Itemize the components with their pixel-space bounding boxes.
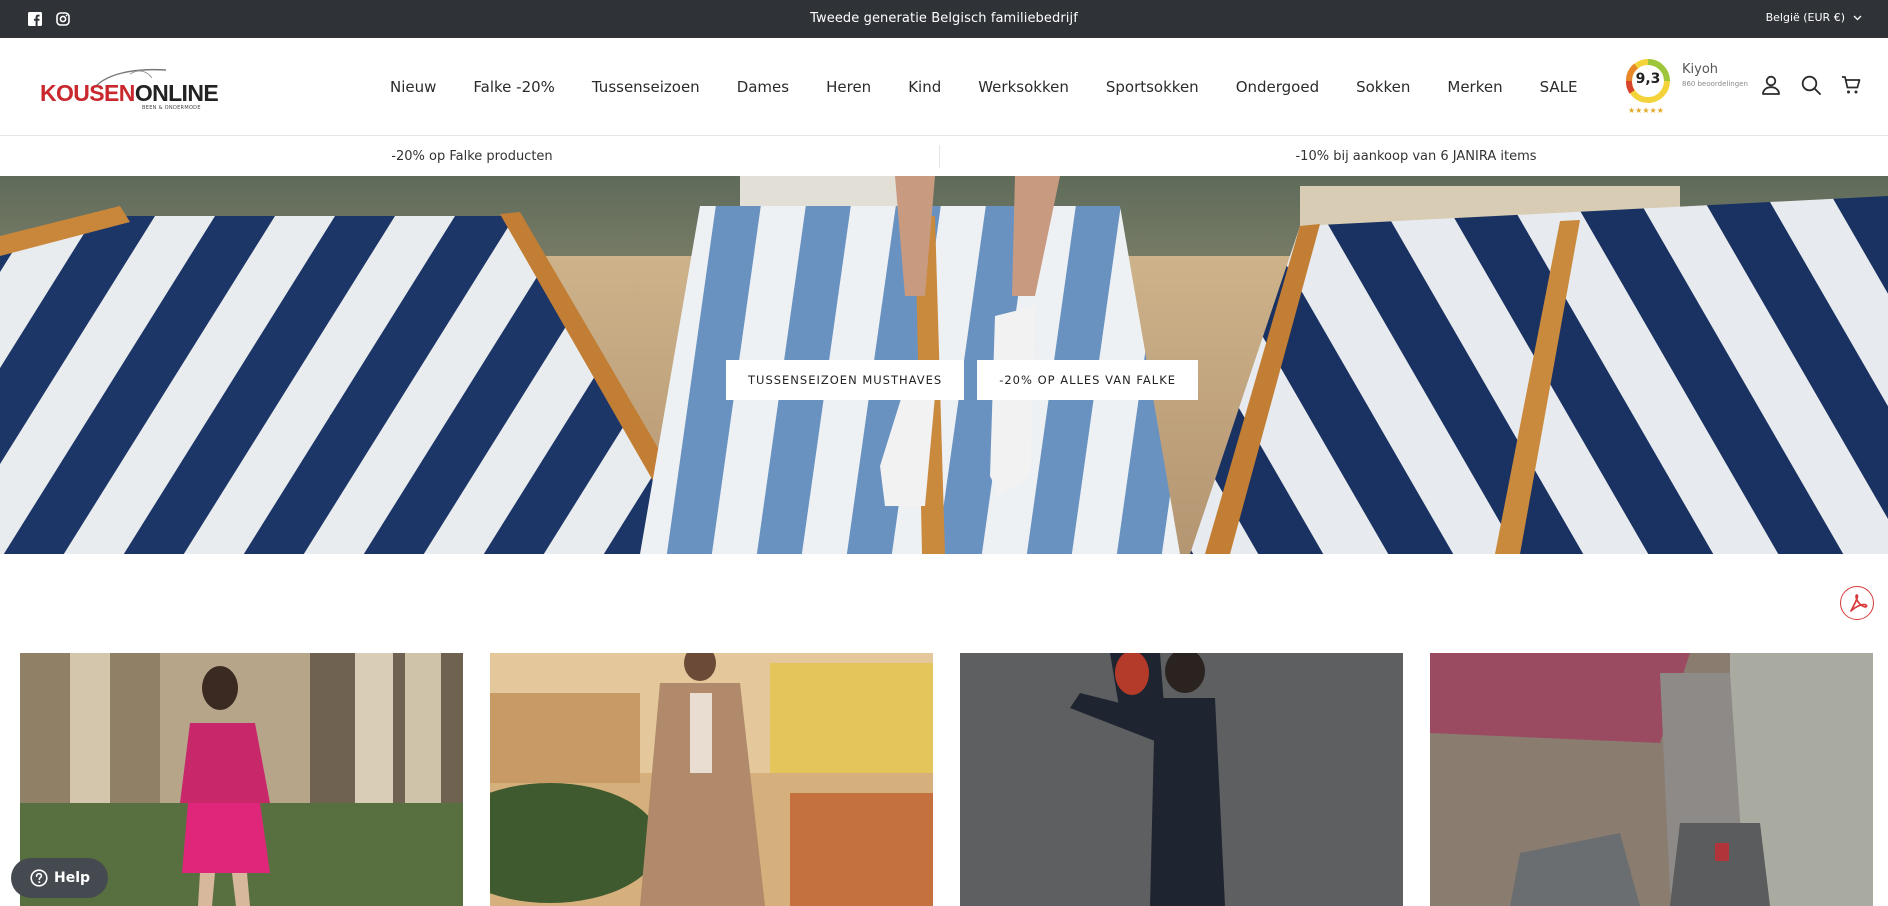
nav-item-falke[interactable]: Falke -20%	[473, 78, 555, 96]
pdf-icon	[1850, 594, 1868, 612]
search-icon[interactable]	[1800, 74, 1822, 96]
site-logo[interactable]: KOUSENONLINE BEEN & ONDERMODE	[38, 64, 219, 114]
nav-item-ondergoed[interactable]: Ondergoed	[1236, 78, 1319, 96]
rating-score: 9,3	[1635, 71, 1661, 87]
falke-discount-button[interactable]: -20% OP ALLES VAN FALKE	[977, 360, 1199, 400]
hero-buttons: TUSSENSEIZOEN MUSTHAVES -20% OP ALLES VA…	[726, 360, 1199, 400]
tile-image-heren	[490, 653, 933, 906]
site-header: KOUSENONLINE BEEN & ONDERMODE Nieuw Falk…	[0, 38, 1888, 136]
category-tile-heren[interactable]	[490, 653, 933, 906]
nav-item-sale[interactable]: SALE	[1540, 78, 1578, 96]
rating-review-count: 860 beoordelingen	[1682, 80, 1748, 88]
logo-tagline: BEEN & ONDERMODE	[142, 105, 201, 111]
hero-banner: TUSSENSEIZOEN MUSTHAVES -20% OP ALLES VA…	[0, 176, 1888, 554]
nav-item-nieuw[interactable]: Nieuw	[390, 78, 436, 96]
category-tile-kind[interactable]	[960, 653, 1403, 906]
tussenseizoen-musthaves-button[interactable]: TUSSENSEIZOEN MUSTHAVES	[726, 360, 965, 400]
cart-icon[interactable]	[1840, 74, 1862, 96]
tile-image-kind	[960, 653, 1403, 906]
nav-item-merken[interactable]: Merken	[1447, 78, 1502, 96]
promo-strip: -20% op Falke producten -10% bij aankoop…	[0, 137, 1888, 176]
nav-item-kind[interactable]: Kind	[908, 78, 941, 96]
pdf-button[interactable]	[1840, 586, 1874, 620]
help-icon	[30, 869, 48, 887]
tile-image-sport	[1430, 653, 1873, 906]
chevron-down-icon	[1853, 11, 1862, 24]
nav-item-werksokken[interactable]: Werksokken	[978, 78, 1069, 96]
promo-divider	[939, 145, 940, 168]
main-navigation: Nieuw Falke -20% Tussenseizoen Dames Her…	[390, 38, 1615, 136]
account-icon[interactable]	[1760, 74, 1782, 96]
header-icons	[1760, 74, 1862, 96]
locale-label: België (EUR €)	[1765, 11, 1845, 24]
rating-brand: Kiyoh	[1682, 62, 1719, 77]
nav-item-sokken[interactable]: Sokken	[1356, 78, 1410, 96]
logo-wordmark: KOUSENONLINE	[40, 80, 219, 106]
help-label: Help	[54, 870, 91, 886]
rating-stars: ★★★★★	[1628, 106, 1664, 115]
nav-item-sportsokken[interactable]: Sportsokken	[1106, 78, 1199, 96]
locale-selector[interactable]: België (EUR €)	[1766, 11, 1862, 24]
promo-falke[interactable]: -20% op Falke producten	[0, 137, 944, 176]
nav-item-dames[interactable]: Dames	[737, 78, 789, 96]
announcement-bar: Tweede generatie Belgisch familiebedrijf…	[0, 0, 1888, 38]
category-tile-sport[interactable]	[1430, 653, 1873, 906]
nav-item-tussenseizoen[interactable]: Tussenseizoen	[592, 78, 700, 96]
category-tiles	[20, 653, 1873, 906]
promo-janira[interactable]: -10% bij aankoop van 6 JANIRA items	[944, 137, 1888, 176]
nav-item-heren[interactable]: Heren	[826, 78, 871, 96]
announcement-text: Tweede generatie Belgisch familiebedrijf	[810, 11, 1078, 26]
help-button[interactable]: Help	[11, 858, 108, 898]
kiyoh-rating-widget[interactable]: 9,3 ★★★★★ Kiyoh 860 beoordelingen	[1625, 58, 1755, 118]
